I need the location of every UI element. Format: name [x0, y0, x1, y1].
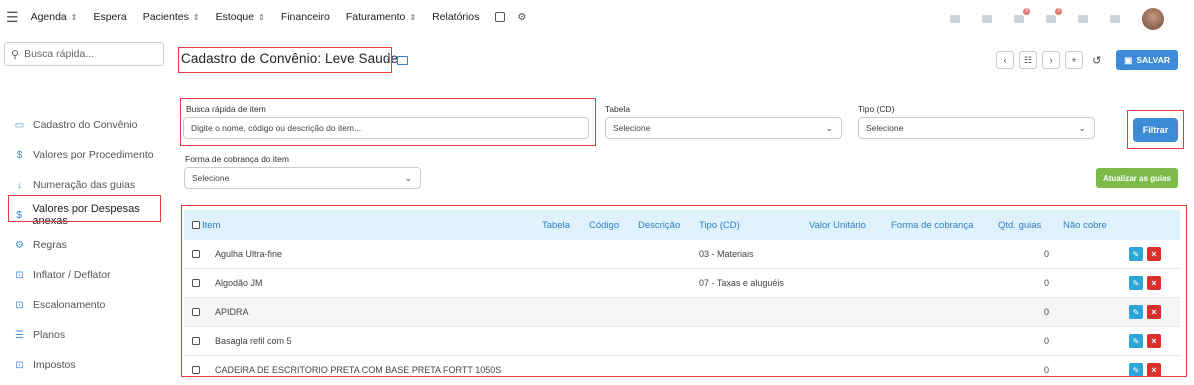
chevron-updown-icon: ⇕ [258, 12, 265, 22]
chevron-left-icon: ‹ [1003, 55, 1007, 65]
sidebar-item-label: Inflator / Deflator [33, 269, 111, 281]
sidebar-item-planos[interactable]: ☰ Planos [0, 320, 170, 350]
sidebar-item-label: Valores por Procedimento [33, 149, 154, 161]
nav-agenda[interactable]: Agenda ⇕ [31, 11, 78, 23]
top-navbar: ☰ Agenda ⇕ Espera Pacientes ⇕ Estoque ⇕ Fin… [0, 0, 1194, 34]
sidebar-item-impostos[interactable]: ⊡ Impostos [0, 350, 170, 380]
chevron-right-icon: › [1049, 55, 1053, 65]
tabela-select[interactable]: Selecione ⌄ [605, 117, 842, 139]
nav-espera[interactable]: Espera [93, 11, 126, 23]
settings-icon[interactable]: ⚙ [517, 12, 526, 23]
nav-pacientes[interactable]: Pacientes ⇕ [143, 11, 200, 23]
previous-button[interactable]: ‹ [996, 51, 1015, 69]
hamburger-menu-icon[interactable]: ☰ [6, 9, 19, 26]
highlight-box [1127, 110, 1184, 149]
apps-icon[interactable] [1110, 15, 1120, 23]
sidebar-item-label: Regras [33, 239, 67, 251]
sidebar-item-label: Escalonamento [33, 299, 106, 311]
divider: / [386, 54, 390, 66]
sidebar-item-label: Planos [33, 329, 66, 341]
atualizar-guias-button[interactable]: Atualizar as guias [1096, 168, 1178, 188]
chevron-updown-icon: ⇕ [192, 12, 200, 22]
chat-icon[interactable] [982, 15, 992, 23]
chevron-down-icon: ⌄ [825, 123, 833, 133]
sidebar-item-label: Cadastro do Convênio [33, 119, 138, 131]
sidebar-item-valores-procedimento[interactable]: $ Valores por Procedimento [0, 140, 170, 170]
exchange-icon: ⊡ [15, 299, 24, 311]
sidebar-item-regras[interactable]: ⚙ Regras [0, 230, 170, 260]
nav-label: Relatórios [432, 11, 480, 23]
sidebar: ▭ Cadastro do Convênio $ Valores por Proce… [0, 110, 170, 380]
nav-label: Pacientes [142, 11, 189, 23]
highlight-box [181, 205, 1187, 377]
tipo-label: Tipo (CD) [858, 104, 895, 114]
forma-select[interactable]: Selecione ⌄ [184, 167, 421, 189]
link-icon[interactable] [950, 15, 960, 23]
help-icon[interactable] [1078, 15, 1088, 23]
database-icon[interactable] [495, 12, 506, 22]
history-icon[interactable]: ↺ [1092, 54, 1101, 67]
tipo-select[interactable]: Selecione ⌄ [858, 117, 1095, 139]
sidebar-item-cadastro-convenio[interactable]: ▭ Cadastro do Convênio [0, 110, 170, 140]
exchange-icon: ⊡ [15, 269, 24, 281]
list-icon: ☰ [15, 329, 24, 341]
sidebar-item-label: Impostos [33, 359, 76, 371]
list-icon: ☷ [1024, 54, 1033, 65]
forma-select-value: Selecione [192, 173, 230, 183]
gears-icon: ⚙ [15, 239, 24, 251]
nav-financeiro[interactable]: Financeiro [281, 11, 330, 23]
title-icons: / [386, 54, 409, 66]
sort-numeric-icon: ↓ [17, 179, 22, 191]
save-label: SALVAR [1136, 55, 1170, 65]
user-avatar[interactable] [1142, 8, 1164, 30]
page-actions: ‹ ☷ › + ↺ ▣ SALVAR [996, 50, 1178, 70]
exchange-icon: ⊡ [15, 359, 24, 371]
search-icon: ⚲ [11, 48, 20, 61]
main-nav: Agenda ⇕ Espera Pacientes ⇕ Estoque ⇕ Finan… [31, 11, 527, 23]
nav-relatorios[interactable]: Relatórios [432, 11, 479, 23]
chevron-down-icon: ⌄ [404, 173, 412, 183]
nav-label: Agenda [30, 11, 67, 23]
forma-label: Forma de cobrança do item [185, 154, 289, 164]
chevron-down-icon: ⌄ [1078, 123, 1086, 133]
notification-icon[interactable]: 9 [1014, 8, 1030, 23]
topbar-right-icons: 9 3 [950, 8, 1164, 30]
nav-label: Espera [93, 11, 127, 23]
nav-estoque[interactable]: Estoque ⇕ [216, 11, 265, 23]
quick-search-input[interactable]: ⚲ Busca rápida... [4, 42, 164, 66]
save-button[interactable]: ▣ SALVAR [1116, 50, 1178, 70]
card-icon[interactable] [397, 55, 409, 65]
sidebar-item-label: Numeração das guias [33, 179, 136, 191]
list-button[interactable]: ☷ [1019, 51, 1038, 69]
message-icon[interactable]: 3 [1046, 8, 1062, 23]
tipo-select-value: Selecione [866, 123, 904, 133]
notification-badge: 9 [1023, 8, 1030, 15]
tabela-select-value: Selecione [613, 123, 651, 133]
highlight-box [178, 47, 392, 73]
sidebar-item-inflator[interactable]: ⊡ Inflator / Deflator [0, 260, 170, 290]
search-placeholder: Busca rápida... [24, 48, 95, 60]
chevron-updown-icon: ⇕ [70, 12, 78, 22]
tabela-label: Tabela [605, 104, 631, 114]
nav-faturamento[interactable]: Faturamento ⇕ [346, 11, 416, 23]
highlight-box [8, 195, 161, 222]
chevron-updown-icon: ⇕ [409, 12, 417, 22]
nav-label: Estoque [215, 11, 255, 23]
nav-label: Faturamento [345, 11, 406, 23]
add-button[interactable]: + [1065, 51, 1084, 69]
next-button[interactable]: › [1042, 51, 1061, 69]
plus-icon: + [1071, 55, 1077, 65]
message-badge: 3 [1055, 8, 1062, 15]
nav-label: Financeiro [280, 11, 330, 23]
save-icon: ▣ [1124, 54, 1133, 65]
id-card-icon: ▭ [14, 119, 25, 131]
sidebar-item-escalonamento[interactable]: ⊡ Escalonamento [0, 290, 170, 320]
dollar-icon: $ [16, 149, 23, 161]
highlight-box [180, 98, 596, 146]
